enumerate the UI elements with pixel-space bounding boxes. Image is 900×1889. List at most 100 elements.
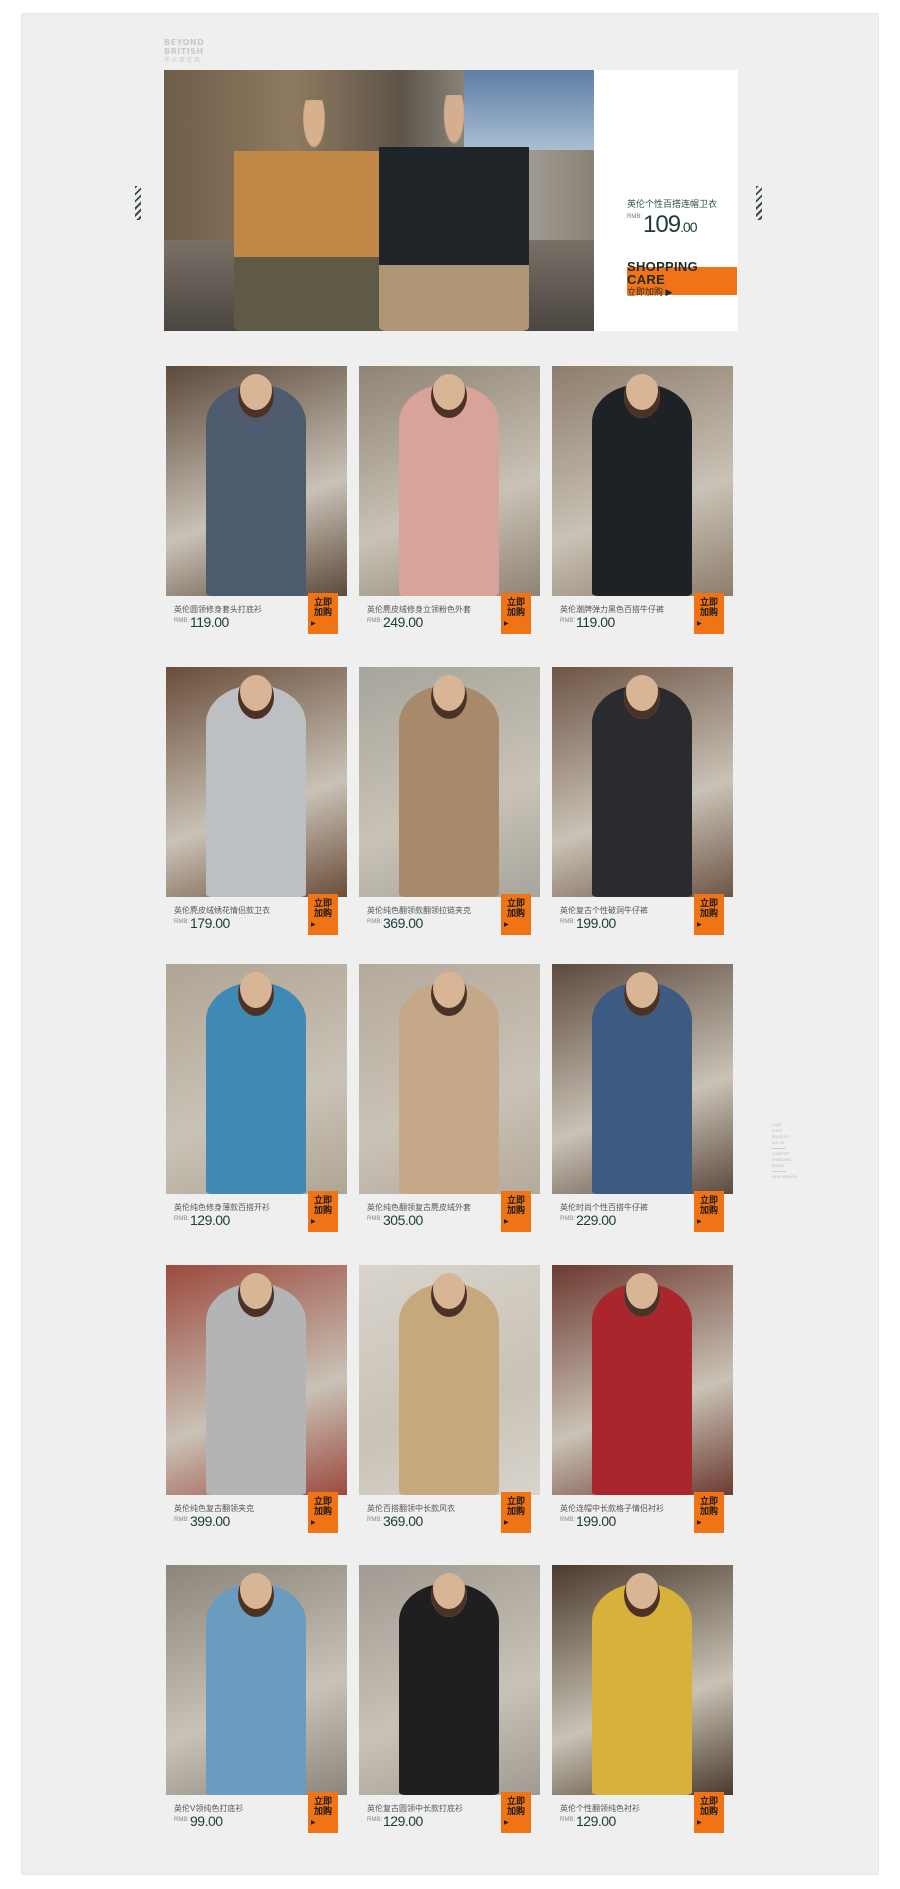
add-to-cart-button[interactable]: 立即 加购 ▶ (308, 1492, 338, 1533)
product-price: 249.00 (383, 614, 423, 630)
hero-cta-title: SHOPPING CARE (627, 259, 699, 287)
brand-logo: BEYOND BRITISH 不止英伦风 (164, 38, 205, 64)
currency-label: RMB: (560, 1517, 575, 1523)
product-photo[interactable] (166, 366, 347, 596)
add-to-cart-button[interactable]: 立即 加购 ▶ (308, 1191, 338, 1232)
play-arrow-icon: ▶ (311, 1820, 316, 1826)
product-photo[interactable] (552, 667, 733, 897)
product-card[interactable]: 英伦纯色翻领复古麂皮绒外套 RMB: 305.00 立即 加购 ▶ (359, 964, 540, 1232)
currency-label: RMB: (174, 1517, 189, 1523)
side-note: LOOK SHOP BOUQUET COLOR COMFORT STANDARD BRAN… (772, 1122, 802, 1180)
currency-label: RMB: (174, 1817, 189, 1823)
currency-label: RMB: (174, 919, 189, 925)
product-photo[interactable] (359, 366, 540, 596)
product-photo[interactable] (552, 1265, 733, 1495)
product-price: 399.00 (190, 1513, 230, 1529)
product-card[interactable]: 英伦百搭翻领中长款风衣 RMB: 369.00 立即 加购 ▶ (359, 1265, 540, 1533)
product-photo[interactable] (359, 1565, 540, 1795)
play-arrow-icon: ▶ (697, 1820, 702, 1826)
hero-cta-label[interactable]: 立即加购 ▶ (627, 285, 672, 298)
add-to-cart-button[interactable]: 立即 加购 ▶ (308, 894, 338, 935)
product-card[interactable]: 英伦时尚个性百搭牛仔裤 RMB: 229.00 立即 加购 ▶ (552, 964, 733, 1232)
product-photo[interactable] (359, 667, 540, 897)
hero-info: 英伦个性百搭连帽卫衣 RMB: 109.00 SHOPPING CARE 立即加… (611, 70, 738, 331)
product-price: 305.00 (383, 1212, 423, 1228)
hero-currency: RMB: (627, 214, 642, 220)
product-card[interactable]: 英伦复古个性破洞牛仔裤 RMB: 199.00 立即 加购 ▶ (552, 667, 733, 935)
product-price: 119.00 (576, 614, 615, 630)
product-price: 369.00 (383, 1513, 423, 1529)
currency-label: RMB: (174, 618, 189, 624)
product-photo[interactable] (166, 1265, 347, 1495)
product-card[interactable]: 英伦复古圆领中长款打底衫 RMB: 129.00 立即 加购 ▶ (359, 1565, 540, 1833)
play-arrow-icon: ▶ (311, 1219, 316, 1225)
play-arrow-icon: ▶ (504, 922, 509, 928)
product-price: 129.00 (576, 1813, 616, 1829)
product-price: 129.00 (190, 1212, 230, 1228)
play-arrow-icon: ▶ (311, 1520, 316, 1526)
left-stripe-decoration (135, 186, 141, 220)
add-to-cart-button[interactable]: 立即 加购 ▶ (501, 1492, 531, 1533)
add-to-cart-button[interactable]: 立即 加购 ▶ (694, 1792, 724, 1833)
currency-label: RMB: (560, 1817, 575, 1823)
product-card[interactable]: 英伦纯色翻领款翻领拉链夹克 RMB: 369.00 立即 加购 ▶ (359, 667, 540, 935)
hero-price: 109.00 (643, 211, 698, 238)
product-photo[interactable] (166, 964, 347, 1194)
add-to-cart-button[interactable]: 立即 加购 ▶ (694, 894, 724, 935)
product-card[interactable]: 英伦麂皮绒修身立领粉色外套 RMB: 249.00 立即 加购 ▶ (359, 366, 540, 634)
product-card[interactable]: 英伦连帽中长款格子情侣衬衫 RMB: 199.00 立即 加购 ▶ (552, 1265, 733, 1533)
product-card[interactable]: 英伦潮牌弹力黑色百搭牛仔裤 RMB: 119.00 立即 加购 ▶ (552, 366, 733, 634)
currency-label: RMB: (560, 618, 575, 624)
product-card[interactable]: 英伦纯色复古翻领夹克 RMB: 399.00 立即 加购 ▶ (166, 1265, 347, 1533)
hero-banner[interactable]: 英伦个性百搭连帽卫衣 RMB: 109.00 SHOPPING CARE 立即加… (164, 70, 738, 331)
side-note-line: NEW FASHION (772, 1175, 797, 1179)
product-photo[interactable] (552, 964, 733, 1194)
currency-label: RMB: (174, 1216, 189, 1222)
currency-label: RMB: (560, 919, 575, 925)
side-note-line: BOUQUET COLOR (772, 1135, 790, 1145)
currency-label: RMB: (367, 1216, 382, 1222)
add-to-cart-button[interactable]: 立即 加购 ▶ (308, 593, 338, 634)
currency-label: RMB: (560, 1216, 575, 1222)
add-to-cart-button[interactable]: 立即 加购 ▶ (694, 1191, 724, 1232)
add-to-cart-button[interactable]: 立即 加购 ▶ (694, 1492, 724, 1533)
right-stripe-decoration (756, 186, 762, 220)
product-price: 179.00 (190, 915, 230, 931)
product-price: 229.00 (576, 1212, 616, 1228)
product-photo[interactable] (552, 366, 733, 596)
product-card[interactable]: 英伦圆领修身套头打底衫 RMB: 119.00 立即 加购 ▶ (166, 366, 347, 634)
add-to-cart-button[interactable]: 立即 加购 ▶ (501, 894, 531, 935)
add-to-cart-button[interactable]: 立即 加购 ▶ (308, 1792, 338, 1833)
product-card[interactable]: 英伦麂皮绒绣花情侣款卫衣 RMB: 179.00 立即 加购 ▶ (166, 667, 347, 935)
add-to-cart-button[interactable]: 立即 加购 ▶ (501, 1792, 531, 1833)
currency-label: RMB: (367, 1517, 382, 1523)
currency-label: RMB: (367, 919, 382, 925)
add-to-cart-button[interactable]: 立即 加购 ▶ (501, 1191, 531, 1232)
play-arrow-icon: ▶ (697, 922, 702, 928)
hero-product-name: 英伦个性百搭连帽卫衣 (627, 199, 718, 209)
play-arrow-icon: ▶ (697, 621, 702, 627)
product-price: 199.00 (576, 915, 616, 931)
currency-label: RMB: (367, 1817, 382, 1823)
product-photo[interactable] (166, 1565, 347, 1795)
side-note-line: BRAND (772, 1164, 785, 1168)
product-card[interactable]: 英伦个性翻领纯色衬衫 RMB: 129.00 立即 加购 ▶ (552, 1565, 733, 1833)
product-photo[interactable] (552, 1565, 733, 1795)
product-price: 199.00 (576, 1513, 616, 1529)
product-price: 369.00 (383, 915, 423, 931)
product-card[interactable]: 英伦V领纯色打底衫 RMB: 99.00 立即 加购 ▶ (166, 1565, 347, 1833)
play-arrow-icon: ▶ (697, 1219, 702, 1225)
play-arrow-icon: ▶ (504, 1820, 509, 1826)
product-photo[interactable] (166, 667, 347, 897)
product-price: 129.00 (383, 1813, 423, 1829)
product-card[interactable]: 英伦纯色修身薄款百搭开衫 RMB: 129.00 立即 加购 ▶ (166, 964, 347, 1232)
product-price: 99.00 (190, 1813, 223, 1829)
play-arrow-icon: ▶ (504, 1520, 509, 1526)
add-to-cart-button[interactable]: 立即 加购 ▶ (694, 593, 724, 634)
play-arrow-icon: ▶ (311, 621, 316, 627)
currency-label: RMB: (367, 618, 382, 624)
add-to-cart-button[interactable]: 立即 加购 ▶ (501, 593, 531, 634)
play-arrow-icon: ▶ (311, 922, 316, 928)
product-photo[interactable] (359, 964, 540, 1194)
product-photo[interactable] (359, 1265, 540, 1495)
